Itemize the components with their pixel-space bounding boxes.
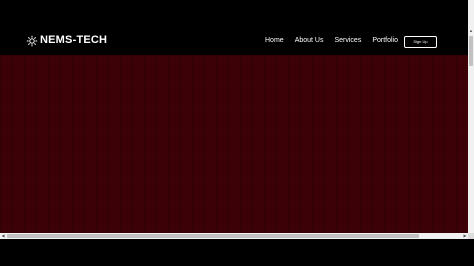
nav-menu: Home About Us Services Portfolio: [265, 36, 409, 46]
nav-link-services[interactable]: Services: [334, 36, 361, 46]
nav-link-about-us[interactable]: About Us: [295, 36, 324, 46]
bottom-area: [0, 239, 474, 266]
scroll-up-arrow-icon[interactable]: ▲: [468, 28, 474, 34]
vertical-scroll-thumb[interactable]: [469, 36, 473, 66]
browser-viewport: NEMS-TECH Home About Us Services Portfol…: [0, 0, 468, 233]
navbar: NEMS-TECH Home About Us Services Portfol…: [0, 0, 468, 55]
brand-name: NEMS-TECH: [40, 34, 108, 46]
nav-link-portfolio[interactable]: Portfolio: [372, 36, 398, 46]
hero-section: [0, 55, 468, 233]
vertical-scrollbar[interactable]: ▲: [468, 0, 474, 233]
gear-icon: [26, 34, 38, 47]
sign-up-button[interactable]: Sign Up: [404, 36, 437, 48]
horizontal-scroll-thumb[interactable]: [7, 234, 419, 238]
nav-link-home[interactable]: Home: [265, 36, 284, 46]
brand-logo[interactable]: NEMS-TECH: [26, 34, 108, 47]
